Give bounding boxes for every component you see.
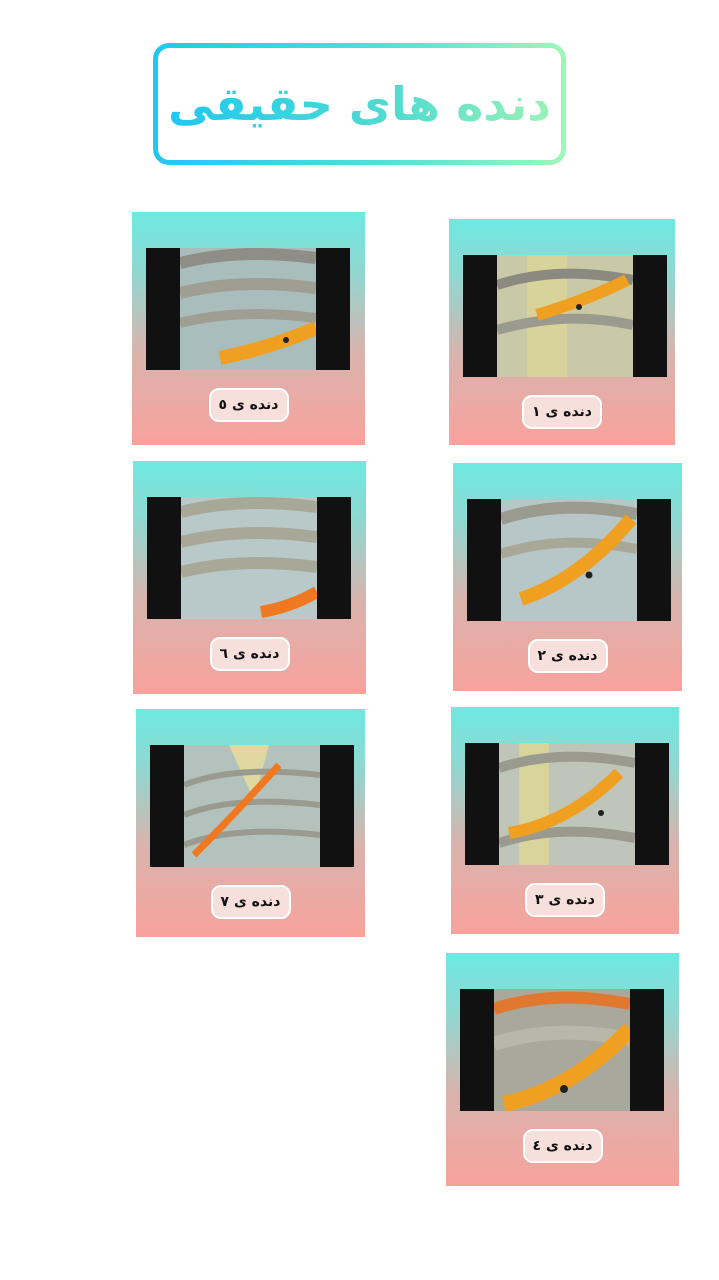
rib-card-2[interactable]: دنده ی ۲ xyxy=(453,463,682,691)
rib-2-video-thumbnail[interactable] xyxy=(467,499,671,621)
rib-7-video-thumbnail[interactable] xyxy=(150,745,354,867)
rib-6-label: دنده ی ٦ xyxy=(209,637,290,671)
rib-3-label: دنده ی ۳ xyxy=(525,883,605,917)
rib-5-label: دنده ی ٥ xyxy=(208,388,289,422)
rib-card-1[interactable]: دنده ی ۱ xyxy=(449,219,675,445)
rib-card-5[interactable]: دنده ی ٥ xyxy=(132,212,365,445)
rib-4-image xyxy=(494,989,630,1111)
rib-5-image xyxy=(180,248,316,370)
rib-2-image xyxy=(501,499,637,621)
rib-6-video-thumbnail[interactable] xyxy=(147,497,351,619)
rib-7-image xyxy=(184,745,320,867)
rib-7-label: دنده ی ٧ xyxy=(210,885,291,919)
rib-1-video-thumbnail[interactable] xyxy=(463,255,667,377)
rib-card-6[interactable]: دنده ی ٦ xyxy=(133,461,366,694)
rib-card-4[interactable]: دنده ی ٤ xyxy=(446,953,679,1186)
rib-card-7[interactable]: دنده ی ٧ xyxy=(136,709,365,937)
rib-6-image xyxy=(181,497,317,619)
rib-4-label: دنده ی ٤ xyxy=(522,1129,603,1163)
rib-1-image xyxy=(497,255,633,377)
rib-4-video-thumbnail[interactable] xyxy=(460,989,664,1111)
page-title: دنده های حقیقی xyxy=(168,77,551,131)
rib-card-3[interactable]: دنده ی ۳ xyxy=(451,707,679,934)
rib-3-video-thumbnail[interactable] xyxy=(465,743,669,865)
title-inner: دنده های حقیقی xyxy=(158,48,561,160)
rib-5-video-thumbnail[interactable] xyxy=(146,248,350,370)
rib-3-image xyxy=(499,743,635,865)
title-frame: دنده های حقیقی xyxy=(153,43,566,165)
rib-1-label: دنده ی ۱ xyxy=(522,395,602,429)
rib-2-label: دنده ی ۲ xyxy=(527,639,608,673)
